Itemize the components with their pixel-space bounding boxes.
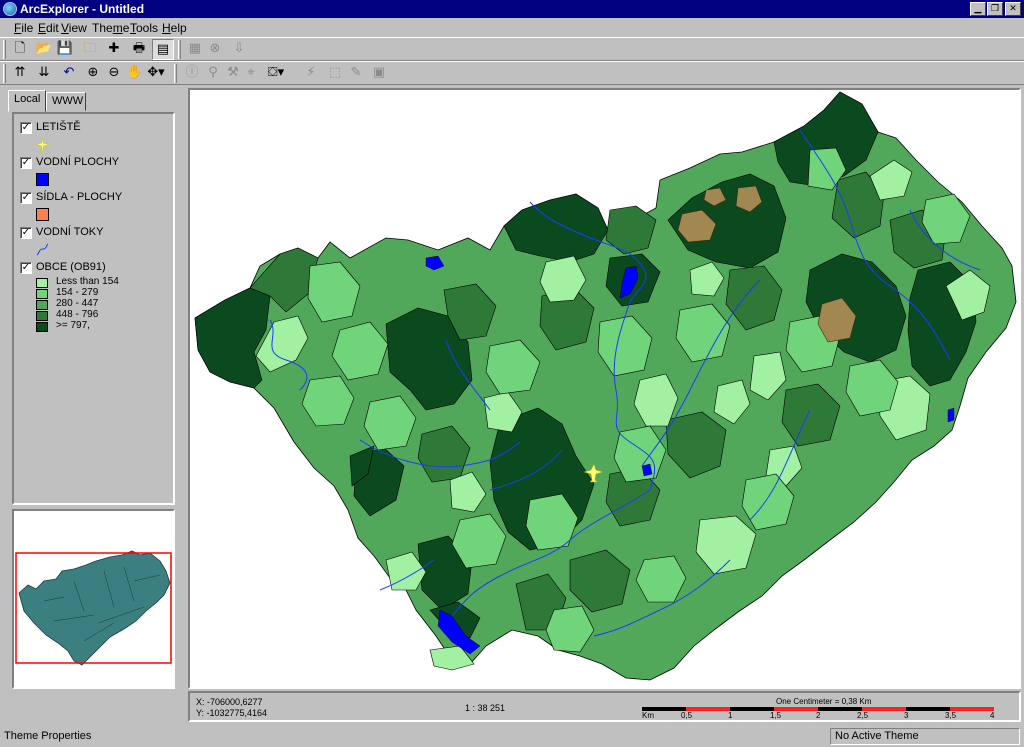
minimize-button[interactable]: ▁ bbox=[970, 2, 986, 16]
menu-theme[interactable]: Theme bbox=[92, 21, 129, 35]
scale-bar-title: One Centimeter = 0,38 Km bbox=[776, 697, 872, 706]
identify-icon[interactable]: ⓘ bbox=[181, 63, 203, 84]
properties-icon[interactable]: ▣ bbox=[368, 63, 390, 84]
overview-map[interactable] bbox=[12, 509, 175, 689]
scale-label: 4 bbox=[990, 711, 995, 720]
class-label: 154 - 279 bbox=[56, 287, 99, 298]
toggle-legend-icon[interactable]: ▤ bbox=[152, 39, 174, 60]
toolbar-grip[interactable] bbox=[3, 64, 6, 83]
toolbar-grip[interactable] bbox=[3, 40, 6, 59]
layer-name: OBCE (OB91) bbox=[36, 261, 106, 273]
scale-ratio: 1 : 38 251 bbox=[465, 703, 506, 713]
layer-name: SÍDLA - PLOCHY bbox=[36, 191, 123, 203]
class-swatch bbox=[36, 300, 48, 310]
status-bar: Theme Properties No Active Theme bbox=[0, 725, 1024, 747]
add-theme-icon[interactable]: ✚ bbox=[103, 39, 125, 60]
toolbar-grip[interactable] bbox=[174, 64, 177, 83]
class-label: >= 797, bbox=[56, 320, 90, 331]
x-coordinate: X: -706000,6277 bbox=[196, 697, 263, 707]
hotlink-icon[interactable]: ⚡ bbox=[300, 63, 322, 84]
class-swatch bbox=[36, 311, 48, 321]
table-icon[interactable]: ▦ bbox=[184, 39, 206, 60]
menu-view[interactable]: View bbox=[61, 21, 87, 35]
layer-name: VODNÍ PLOCHY bbox=[36, 156, 120, 168]
scale-label: 3,5 bbox=[945, 711, 957, 720]
toolbar-grip[interactable] bbox=[178, 40, 181, 59]
layer-checkbox[interactable]: ✓ bbox=[20, 122, 32, 134]
map-canvas bbox=[194, 91, 1017, 681]
layer-checkbox[interactable]: ✓ bbox=[20, 157, 32, 169]
map-info-bar: X: -706000,6277 Y: -1032775,4164 1 : 38 … bbox=[188, 691, 1021, 722]
restore-button[interactable]: ❐ bbox=[987, 2, 1003, 16]
class-swatch bbox=[36, 278, 48, 288]
new-project-icon[interactable]: 🗋 bbox=[9, 39, 31, 60]
standard-toolbar: 🗋 📂 💾 🗀 ✚ 🖶 ▤ ▦ ⊗ ⇩ bbox=[0, 37, 1024, 61]
class-label: Less than 154 bbox=[56, 276, 119, 287]
scale-label: 1 bbox=[728, 711, 733, 720]
layer-checkbox[interactable]: ✓ bbox=[20, 227, 32, 239]
settlement-swatch bbox=[36, 208, 49, 221]
map-display[interactable] bbox=[188, 88, 1021, 689]
menu-help[interactable]: Help bbox=[162, 21, 187, 35]
scale-label: 3 bbox=[904, 711, 909, 720]
airport-icon bbox=[36, 138, 49, 151]
tab-www[interactable]: WWW bbox=[46, 92, 86, 111]
save-icon[interactable]: 💾 bbox=[54, 39, 76, 60]
water-area-swatch bbox=[36, 173, 49, 186]
class-label: 280 - 447 bbox=[56, 298, 99, 309]
layer-down-icon[interactable]: ⇊ bbox=[33, 63, 55, 84]
layer-name: LETIŠTĚ bbox=[36, 121, 81, 133]
river-line-icon bbox=[36, 243, 49, 256]
tools-toolbar: ⇈ ⇊ ↶ ⊕ ⊖ ✋ ✥▾ ⓘ ⚲ ⚒ ⌖ ⛋▾ ⚡ ⬚ ✎ ▣ bbox=[0, 61, 1024, 85]
coordinate-readout: X: -706000,6277 Y: -1032775,4164 bbox=[196, 697, 267, 719]
pan-hand-icon[interactable]: ✋ bbox=[124, 63, 146, 84]
title-bar: ArcExplorer - Untitled ▁ ❐ ✕ bbox=[0, 0, 1024, 18]
export-icon[interactable]: ⇩ bbox=[228, 39, 250, 60]
menu-tools[interactable]: Tools bbox=[130, 21, 158, 35]
open-folder-icon[interactable]: 📂 bbox=[33, 39, 55, 60]
y-coordinate: Y: -1032775,4164 bbox=[196, 708, 268, 718]
class-swatch bbox=[36, 289, 48, 299]
status-message: Theme Properties bbox=[4, 730, 92, 742]
scale-label: Km bbox=[642, 711, 654, 720]
menu-bar: File Edit View Theme Tools Help bbox=[0, 18, 1024, 38]
window-title: ArcExplorer - Untitled bbox=[20, 2, 145, 16]
layer-up-icon[interactable]: ⇈ bbox=[9, 63, 31, 84]
legend-panel: ✓ LETIŠTĚ ✓ VODNÍ PLOCHY ✓ SÍDLA - PLOCH… bbox=[12, 112, 175, 505]
menu-file[interactable]: File bbox=[14, 21, 33, 35]
spatial-query-icon[interactable]: ⛋▾ bbox=[265, 63, 287, 84]
open-theme-icon[interactable]: 🗀 bbox=[79, 39, 101, 60]
class-swatch bbox=[36, 322, 48, 332]
close-button[interactable]: ✕ bbox=[1005, 2, 1021, 16]
scale-label: 2 bbox=[816, 711, 821, 720]
layer-checkbox[interactable]: ✓ bbox=[20, 262, 32, 274]
scale-label: 0,5 bbox=[681, 711, 693, 720]
menu-edit[interactable]: Edit bbox=[38, 21, 59, 35]
active-theme-status: No Active Theme bbox=[830, 728, 1020, 745]
print-icon[interactable]: 🖶 bbox=[128, 39, 150, 60]
select-icon[interactable]: ⬚ bbox=[324, 63, 346, 84]
cancel-icon[interactable]: ⊗ bbox=[204, 39, 226, 60]
scale-label: 2,5 bbox=[857, 711, 869, 720]
layer-checkbox[interactable]: ✓ bbox=[20, 192, 32, 204]
move-icon[interactable]: ✥▾ bbox=[145, 63, 167, 84]
overview-svg bbox=[15, 550, 172, 666]
tab-local[interactable]: Local bbox=[8, 90, 46, 112]
measure-icon[interactable]: ⌖ bbox=[240, 63, 262, 84]
undo-icon[interactable]: ↶ bbox=[58, 63, 80, 84]
app-globe-icon bbox=[3, 2, 17, 16]
clear-selection-icon[interactable]: ✎ bbox=[345, 63, 367, 84]
zoom-in-icon[interactable]: ⊕ bbox=[82, 63, 104, 84]
find-icon[interactable]: ⚲ bbox=[202, 63, 224, 84]
class-label: 448 - 796 bbox=[56, 309, 99, 320]
scale-label: 1,5 bbox=[770, 711, 782, 720]
layer-name: VODNÍ TOKY bbox=[36, 226, 104, 238]
zoom-out-icon[interactable]: ⊖ bbox=[103, 63, 125, 84]
